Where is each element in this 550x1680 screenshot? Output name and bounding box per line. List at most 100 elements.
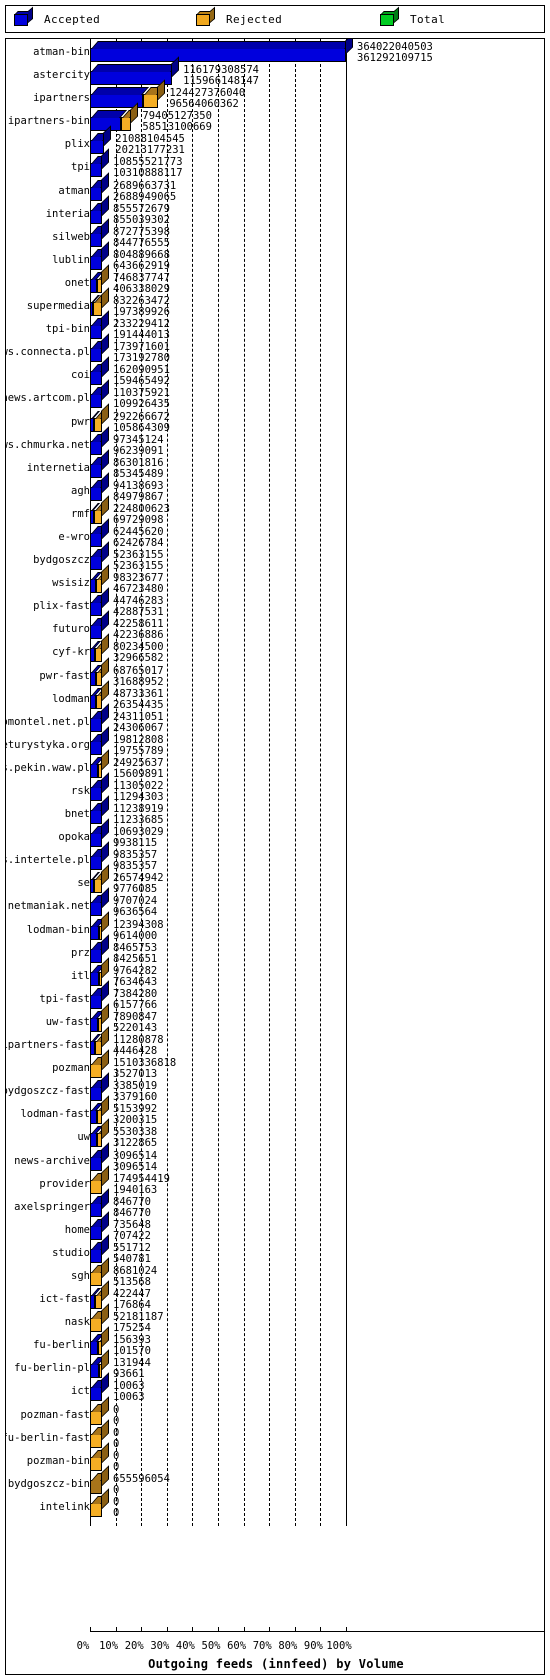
axis-tick-label: 90%: [303, 1640, 323, 1652]
row-label-cyf-kr: cyf-kr: [52, 646, 90, 659]
row-value-accepted: 52363155: [113, 560, 164, 573]
axis-tick-10: [115, 1627, 117, 1632]
row-label-lodman-bin: lodman-bin: [26, 923, 90, 936]
bar-segment-accepted: [90, 194, 109, 224]
bar-row: nask 52181187 175254: [6, 1303, 544, 1334]
row-value-accepted: 0: [113, 1460, 120, 1473]
bar-segment-accepted: [90, 39, 353, 62]
row-value-accepted: 3379160: [113, 1091, 158, 1104]
bar-segment-accepted: [90, 726, 109, 755]
row-value-total: 48733361: [113, 687, 164, 700]
bar-row: interia 855572679 855039302: [6, 194, 544, 226]
row-value-total: 3096514: [113, 1149, 158, 1162]
axis-tick-60: [243, 1627, 245, 1632]
row-value-accepted: 96564060362: [169, 98, 239, 111]
row-label-bydgoszcz-bin: bydgoszcz-bin: [7, 1477, 90, 1490]
axis-tick-50: [218, 1627, 219, 1632]
bar-segment-accepted: [90, 1010, 104, 1032]
bar-segment-accepted: [90, 1072, 109, 1102]
bar-row: atman 2689663731 2688949065: [6, 171, 544, 203]
bar-segment-accepted: [90, 218, 109, 247]
row-label-lublin: lublin: [52, 253, 90, 266]
row-values: 5153992 3200315: [113, 1104, 157, 1126]
row-label-plix: plix: [64, 138, 90, 151]
row-values: 5530338 3122865: [113, 1127, 157, 1149]
bar-segment-accepted: [90, 171, 109, 201]
bar-top-face: [91, 41, 352, 49]
cube-icon: [196, 6, 216, 27]
bar-row: fu-berlin-fast 0 0: [6, 1418, 544, 1450]
legend-item-total: Total: [380, 6, 540, 27]
row-values: 44746283 42887531: [113, 596, 164, 618]
row-values: 52181187 175254: [113, 1312, 164, 1334]
row-values: 9764282 7634643: [113, 965, 158, 988]
row-values: 00: [113, 1496, 119, 1519]
row-label-news.chmurka.net: news.chmurka.net: [6, 438, 90, 451]
bar-row: bnet 11238919 11233685: [6, 795, 544, 826]
row-value-accepted: 9835357: [113, 860, 158, 873]
bar-row: ict 10063 10063: [6, 1372, 544, 1403]
bar-row: ipartners-fast 11280878 4446428: [6, 1026, 544, 1057]
axis-tick-label: 50%: [201, 1640, 221, 1652]
bar-segment-accepted: [90, 271, 103, 293]
row-value-accepted: 32966582: [113, 652, 164, 665]
row-values: 8465753 8425651: [113, 942, 157, 965]
row-values: 292266672 105864309: [113, 411, 170, 434]
bar-segment-rejected: [90, 1395, 109, 1425]
axis-tick-label: 80%: [278, 1640, 298, 1652]
bar-row: supermedia 832263472 197389926: [6, 287, 544, 318]
row-value-accepted: 9938115: [113, 837, 158, 850]
bar-segment-rejected: [90, 1488, 109, 1517]
row-value-accepted: 42887531: [113, 606, 164, 619]
row-value-accepted: 9776085: [113, 883, 158, 896]
bar-segment-accepted: [90, 241, 109, 270]
row-values: 21088104545 20213177231: [115, 134, 185, 156]
row-values: 7384280 6157766: [113, 988, 157, 1011]
bar-row: news.connecta.pl 173971601173192780: [6, 333, 544, 364]
bar-row: provider 174954419 1940163: [6, 1164, 544, 1196]
bar-row: bydgoszcz 52363155 52363155: [6, 541, 544, 573]
bar-segment-accepted: [90, 918, 105, 940]
row-values: 551712 540781: [113, 1242, 151, 1265]
row-values: 8681024 513568: [113, 1265, 157, 1288]
row-value-accepted: 69729098: [113, 513, 164, 526]
bar-segment-accepted: [90, 964, 105, 986]
row-values: 79405127350 58513100669: [142, 111, 212, 133]
cube-icon: [380, 6, 400, 27]
row-values: 746837747 406338029: [113, 272, 170, 295]
row-label-lodman-fast: lodman-fast: [20, 1108, 90, 1121]
bar-row: pozman-bin 0 0: [6, 1441, 544, 1473]
row-value-accepted: 7634643: [113, 975, 158, 988]
row-label-ipartners: ipartners: [33, 92, 90, 105]
row-values: 00: [113, 1450, 120, 1473]
bar-rows: atman-bin 364022040503 361292109715 asterci…: [6, 39, 544, 1519]
axis-tick-20: [141, 1627, 143, 1632]
row-values: 1510336818 3527013: [113, 1058, 176, 1080]
bar-row: e-wro 62445620 62426784: [6, 518, 544, 549]
row-label-news.eturystyka.org: news.eturystyka.org: [6, 738, 90, 751]
row-values: 62445620 62426784: [113, 526, 164, 549]
bar-row: news-archive 3096514 3096514: [6, 1141, 544, 1173]
bar-segment-accepted: [90, 756, 104, 778]
row-label-pozman-bin: pozman-bin: [26, 1454, 90, 1467]
row-value-accepted: 20213177231: [115, 144, 185, 157]
row-value-total: 0: [113, 1426, 120, 1439]
row-value-accepted: 105864309: [113, 421, 170, 434]
bar-segment-rejected: [94, 495, 109, 524]
bar-top-face: [91, 64, 178, 73]
row-values: 655596054 0: [113, 1472, 170, 1496]
bar-segment-accepted: [90, 472, 109, 501]
bar-segment-rejected: [94, 864, 109, 894]
row-value-accepted: 3096514: [113, 1160, 158, 1173]
row-value-accepted: 5220143: [113, 1021, 158, 1034]
row-value-accepted: 540781: [113, 1252, 151, 1265]
bar-segment-rejected: [99, 1349, 109, 1379]
bar-segment-rejected: [96, 564, 109, 594]
chart-page: Accepted Rejected Total atman-bin 364022040…: [0, 0, 550, 1680]
bar-segment-accepted: [90, 379, 109, 409]
bar-row: ict-fast 422447 176864: [6, 1280, 544, 1311]
bar-row: bydgoszcz-bin 655596054 0: [6, 1465, 544, 1496]
row-value-total: 655596054: [113, 1472, 170, 1485]
axis-tick-label: 40%: [175, 1640, 195, 1652]
x-axis: Outgoing feeds (innfeed) by Volume 0% 10%…: [6, 1612, 544, 1674]
